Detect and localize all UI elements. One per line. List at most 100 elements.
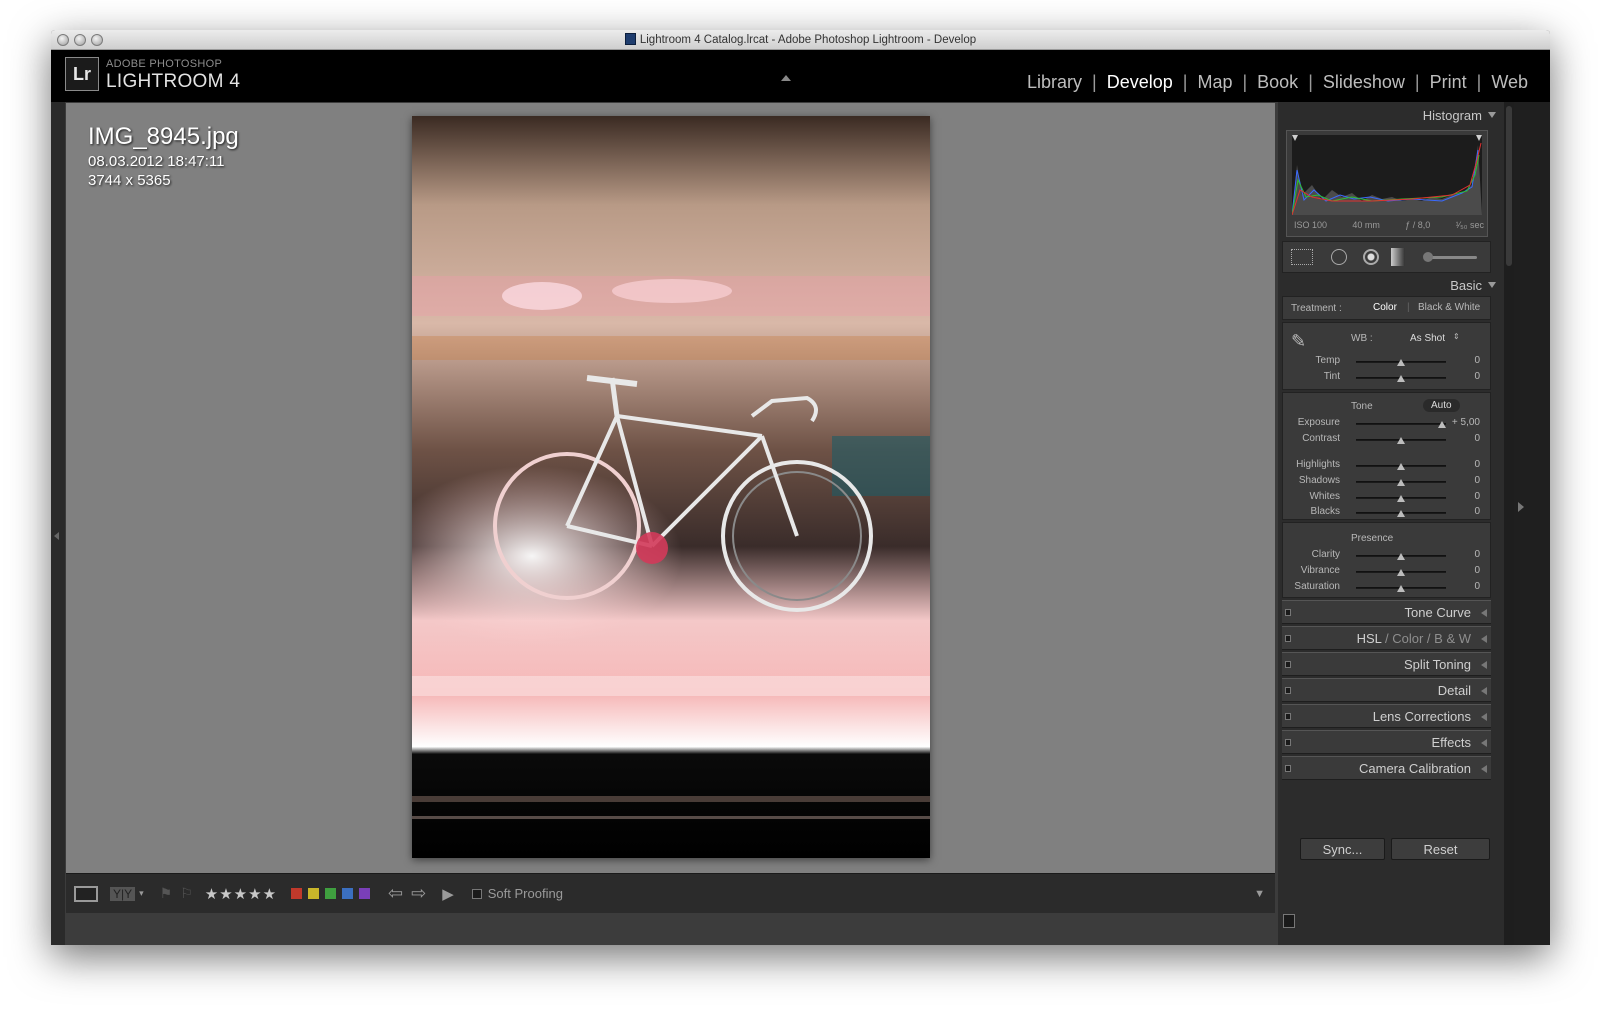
slider-knob[interactable] [1397, 463, 1405, 470]
basic-header[interactable]: Basic [1450, 278, 1496, 293]
slider-saturation[interactable]: Saturation 0 [1283, 581, 1490, 595]
slider-value[interactable]: 0 [1474, 549, 1480, 560]
slider-knob[interactable] [1397, 495, 1405, 502]
flag-pick-icon[interactable]: ⚑ [160, 885, 173, 902]
panel-effects[interactable]: Effects [1282, 730, 1491, 754]
slider-value[interactable]: 0 [1474, 491, 1480, 502]
slider-knob[interactable] [1397, 585, 1405, 592]
panel-tone-curve[interactable]: Tone Curve [1282, 600, 1491, 624]
soft-proofing-checkbox[interactable] [471, 888, 482, 899]
slider-value[interactable]: 0 [1474, 371, 1480, 382]
expand-triangle-icon[interactable] [1481, 765, 1487, 773]
module-print[interactable]: Print [1420, 72, 1477, 93]
crop-tool-icon[interactable] [1291, 249, 1313, 265]
module-develop[interactable]: Develop [1097, 72, 1183, 93]
slider-temp[interactable]: Temp 0 [1283, 355, 1490, 369]
color-label-purple[interactable] [359, 888, 371, 899]
flag-reject-icon[interactable]: ⚐ [180, 885, 193, 902]
histogram-header[interactable]: Histogram [1423, 108, 1496, 123]
auto-tone-button[interactable]: Auto [1423, 399, 1460, 412]
slider-contrast[interactable]: Contrast 0 [1283, 433, 1490, 447]
module-slideshow[interactable]: Slideshow [1313, 72, 1415, 93]
panel-switch[interactable] [1285, 661, 1291, 668]
hsl-tab[interactable]: HSL [1357, 631, 1382, 646]
slider-value[interactable]: 0 [1474, 459, 1480, 470]
collapse-right-panel-icon[interactable] [1518, 502, 1524, 512]
collapse-triangle-icon[interactable] [1488, 282, 1496, 288]
panel-switch[interactable] [1285, 635, 1291, 642]
slider-shadows[interactable]: Shadows 0 [1283, 475, 1490, 489]
color-tab[interactable]: Color [1392, 631, 1423, 646]
left-panel-edge[interactable] [51, 102, 65, 945]
slider-value[interactable]: 0 [1474, 475, 1480, 486]
slider-vibrance[interactable]: Vibrance 0 [1283, 565, 1490, 579]
module-library[interactable]: Library [1017, 72, 1092, 93]
expand-triangle-icon[interactable] [1481, 661, 1487, 669]
panel-hsl[interactable]: HSL / Color / B & W [1282, 626, 1491, 650]
wb-dropdown-icon[interactable]: ⇕ [1453, 332, 1460, 341]
slider-tint[interactable]: Tint 0 [1283, 371, 1490, 385]
slider-value[interactable]: 0 [1474, 581, 1480, 592]
bw-tab[interactable]: B & W [1434, 631, 1471, 646]
panel-split-toning[interactable]: Split Toning [1282, 652, 1491, 676]
slider-track[interactable] [1356, 423, 1446, 425]
reset-button[interactable]: Reset [1391, 838, 1490, 860]
photo-preview[interactable] [412, 116, 930, 858]
scrollbar-thumb[interactable] [1506, 106, 1512, 266]
previous-photo-icon[interactable]: ⇦ [388, 883, 403, 904]
red-eye-tool-icon[interactable] [1363, 249, 1379, 265]
slider-knob[interactable] [1397, 569, 1405, 576]
slider-whites[interactable]: Whites 0 [1283, 491, 1490, 505]
panel-camera-calibration[interactable]: Camera Calibration [1282, 756, 1491, 780]
before-after-dropdown-icon[interactable]: ▾ [139, 888, 144, 899]
panel-detail[interactable]: Detail [1282, 678, 1491, 702]
slider-exposure[interactable]: Exposure + 5,00 [1283, 417, 1490, 431]
slider-knob[interactable] [1397, 510, 1405, 517]
right-panel-scrollbar[interactable] [1504, 102, 1514, 945]
spot-removal-tool-icon[interactable] [1331, 249, 1347, 265]
slider-knob[interactable] [1397, 437, 1405, 444]
panel-switch[interactable] [1285, 713, 1291, 720]
slider-knob[interactable] [1437, 421, 1446, 428]
before-after-button[interactable]: Y|Y [110, 886, 136, 901]
toolbar-options-dropdown-icon[interactable]: ▼ [1254, 888, 1265, 900]
treatment-color-button[interactable]: Color [1373, 302, 1397, 313]
wb-dropdown[interactable]: As Shot [1410, 333, 1445, 344]
panel-lens-corrections[interactable]: Lens Corrections [1282, 704, 1491, 728]
expand-left-panel-icon[interactable] [54, 532, 59, 540]
eyedropper-icon[interactable]: ✎ [1291, 331, 1306, 352]
slider-blacks[interactable]: Blacks 0 [1283, 506, 1490, 520]
expand-triangle-icon[interactable] [1481, 609, 1487, 617]
color-label-yellow[interactable] [308, 888, 320, 899]
graduated-filter-icon[interactable] [1391, 248, 1405, 266]
module-book[interactable]: Book [1247, 72, 1308, 93]
color-label-red[interactable] [291, 888, 303, 899]
collapse-top-panel-icon[interactable] [781, 75, 791, 81]
module-web[interactable]: Web [1481, 72, 1538, 93]
slider-value[interactable]: 0 [1474, 565, 1480, 576]
next-photo-icon[interactable]: ⇨ [411, 883, 426, 904]
panel-switch[interactable] [1285, 609, 1291, 616]
slider-knob[interactable] [1397, 479, 1405, 486]
photo-canvas[interactable]: IMG_8945.jpg 08.03.2012 18:47:11 3744 x … [66, 103, 1275, 903]
expand-triangle-icon[interactable] [1481, 713, 1487, 721]
slider-highlights[interactable]: Highlights 0 [1283, 459, 1490, 473]
play-slideshow-icon[interactable]: ▶ [442, 885, 454, 903]
slider-knob[interactable] [1397, 375, 1405, 382]
color-label-blue[interactable] [342, 888, 354, 899]
slider-clarity[interactable]: Clarity 0 [1283, 549, 1490, 563]
star-rating[interactable]: ★★★★★ [205, 885, 277, 903]
expand-triangle-icon[interactable] [1481, 635, 1487, 643]
expand-triangle-icon[interactable] [1481, 687, 1487, 695]
color-label-green[interactable] [325, 888, 337, 899]
module-map[interactable]: Map [1187, 72, 1242, 93]
panel-switch[interactable] [1285, 739, 1291, 746]
right-panel-edge[interactable] [1514, 102, 1550, 945]
sync-switch[interactable] [1283, 914, 1295, 928]
collapse-triangle-icon[interactable] [1488, 112, 1496, 118]
panel-switch[interactable] [1285, 687, 1291, 694]
histogram[interactable]: ISO 100 40 mm ƒ / 8,0 ¹⁄₅₀ sec [1286, 130, 1488, 237]
slider-knob[interactable] [1397, 359, 1405, 366]
slider-knob[interactable] [1397, 553, 1405, 560]
slider-value[interactable]: 0 [1474, 506, 1480, 517]
